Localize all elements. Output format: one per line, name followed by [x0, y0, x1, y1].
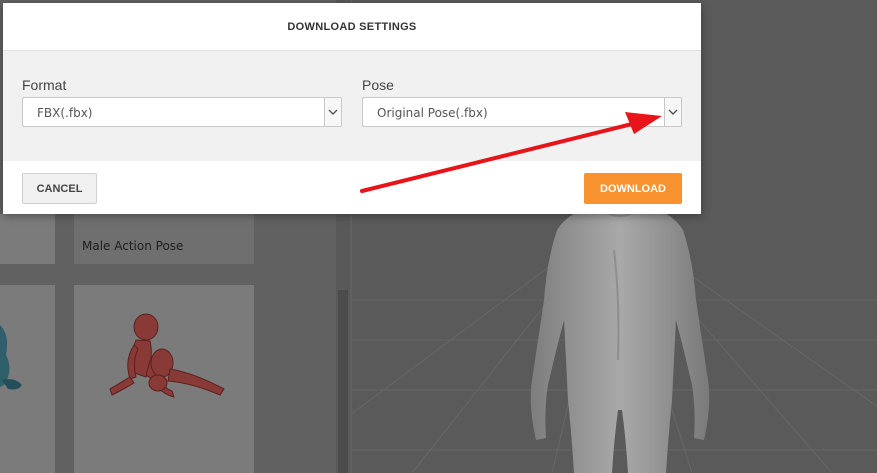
download-button[interactable]: DOWNLOAD	[584, 173, 682, 204]
asset-card-male-action-pose[interactable]: Male Action Pose	[74, 214, 254, 264]
scrollbar-thumb[interactable]	[338, 290, 348, 473]
dialog-header: DOWNLOAD SETTINGS	[3, 3, 701, 51]
asset-thumbnail[interactable]	[74, 285, 254, 473]
asset-card-title: Male Action Pose	[82, 239, 184, 253]
character-thumbnail-icon	[0, 325, 22, 390]
dialog-footer: CANCEL DOWNLOAD	[3, 161, 701, 214]
chevron-down-icon[interactable]	[664, 98, 681, 126]
format-label: Format	[22, 77, 67, 93]
chevron-down-icon[interactable]	[324, 98, 341, 126]
cancel-button[interactable]: CANCEL	[22, 173, 97, 204]
asset-card[interactable]	[0, 214, 55, 264]
mannequin-model	[530, 170, 710, 473]
red-mannequin-icon	[109, 313, 225, 398]
format-select[interactable]: FBX(.fbx)	[22, 97, 342, 127]
download-settings-dialog: DOWNLOAD SETTINGS Format FBX(.fbx) Pose …	[3, 3, 701, 214]
dialog-title: DOWNLOAD SETTINGS	[287, 20, 417, 33]
dialog-body: Format FBX(.fbx) Pose Original Pose(.fbx…	[3, 51, 701, 161]
pose-select-value: Original Pose(.fbx)	[377, 106, 488, 120]
pose-label: Pose	[362, 77, 394, 93]
format-select-value: FBX(.fbx)	[37, 106, 93, 120]
asset-thumbnail[interactable]	[0, 285, 55, 473]
pose-select[interactable]: Original Pose(.fbx)	[362, 97, 682, 127]
